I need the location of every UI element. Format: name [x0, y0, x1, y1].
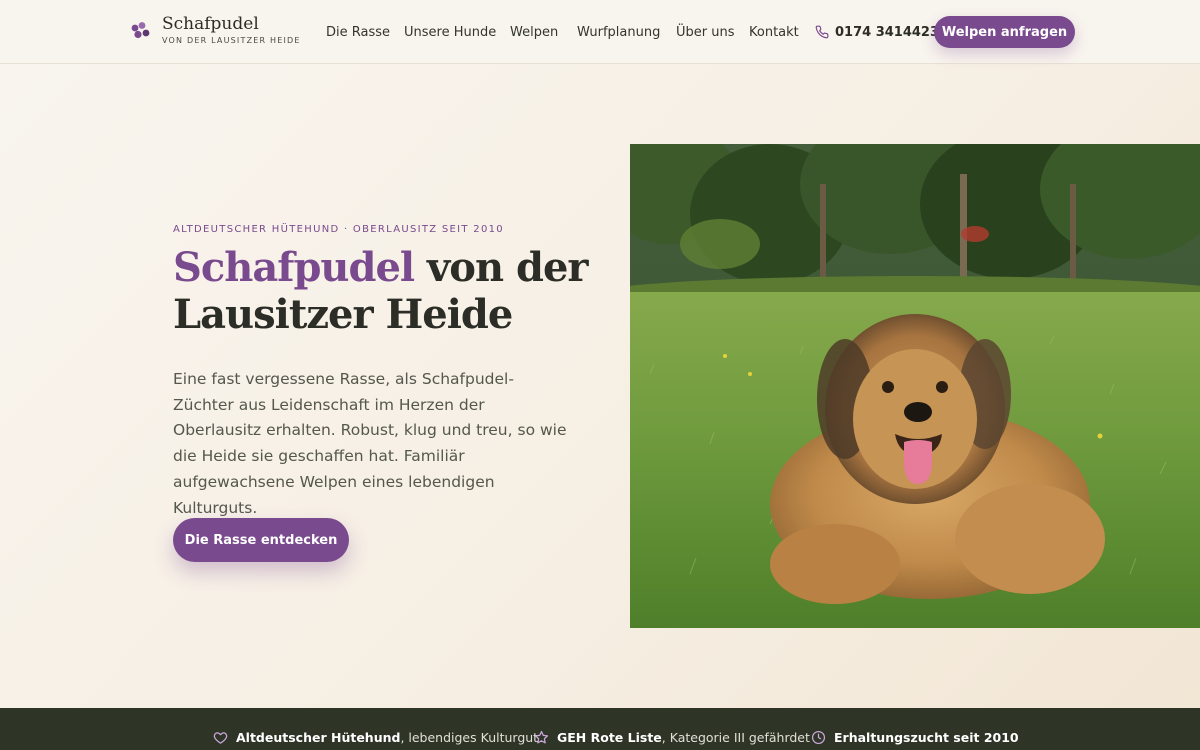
nav-item-welpen[interactable]: Welpen	[510, 25, 558, 40]
nav-item-ueber-uns[interactable]: Über uns	[676, 25, 735, 40]
strip-item-erhaltungszucht: Erhaltungszucht seit 2010	[811, 728, 1019, 746]
hero-title-accent: Schafpudel	[173, 244, 415, 291]
dog-in-meadow-image	[630, 144, 1200, 628]
brand-logo[interactable]: Schafpudel VON DER LAUSITZER HEIDE	[130, 14, 320, 50]
hero-dog-photo	[630, 144, 1200, 628]
strip-item-rote-liste: GEH Rote Liste, Kategorie III gefährdet	[534, 728, 810, 746]
strip-item-strong: GEH Rote Liste	[557, 729, 662, 745]
strip-item-text: , Kategorie III gefährdet	[661, 729, 810, 745]
phone-link[interactable]: 0174 3414423	[815, 22, 939, 42]
welpen-anfragen-button[interactable]: Welpen anfragen	[934, 16, 1075, 48]
strip-item-strong: Erhaltungszucht seit 2010	[834, 729, 1019, 745]
strip-item-text: , lebendiges Kulturgut	[400, 729, 539, 745]
site-header: Schafpudel VON DER LAUSITZER HEIDE Die R…	[0, 0, 1200, 64]
hero-lead: Eine fast vergessene Rasse, als Schafpud…	[173, 370, 567, 517]
strip-item-strong: Altdeutscher Hütehund	[236, 729, 401, 745]
nav-item-kontakt[interactable]: Kontakt	[749, 25, 799, 40]
strip-item-huetehund: Altdeutscher Hütehund, lebendiges Kultur…	[213, 728, 538, 746]
paw-icon	[131, 22, 150, 39]
feature-strip: Altdeutscher Hütehund, lebendiges Kultur…	[0, 708, 1200, 750]
hero-title: Schafpudel von der Lausitzer Heide	[173, 244, 603, 338]
nav-item-unsere-hunde[interactable]: Unsere Hunde	[404, 25, 496, 40]
nav-item-die-rasse[interactable]: Die Rasse	[326, 25, 390, 40]
brand-subtitle: VON DER LAUSITZER HEIDE	[162, 36, 301, 45]
nav-item-wurfplanung[interactable]: Wurfplanung	[577, 25, 660, 40]
die-rasse-entdecken-button[interactable]: Die Rasse entdecken	[173, 518, 349, 562]
phone-icon	[815, 25, 829, 39]
hero-eyebrow: ALTDEUTSCHER HÜTEHUND · OBERLAUSITZ SEIT…	[173, 224, 504, 235]
brand-name: Schafpudel	[162, 14, 259, 34]
phone-number: 0174 3414423	[835, 24, 940, 40]
heart-icon	[213, 730, 228, 745]
star-icon	[534, 730, 549, 745]
clock-icon	[811, 730, 826, 745]
